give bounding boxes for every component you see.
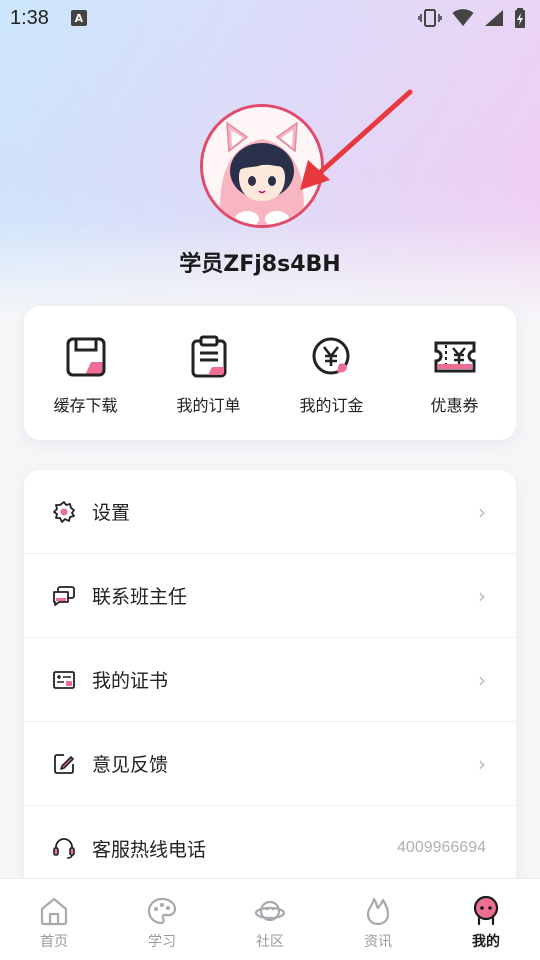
settings-icon <box>53 500 75 523</box>
quick-action-label: 缓存下载 <box>53 396 118 415</box>
chevron-right-icon: › <box>478 667 486 692</box>
nav-tab-mine[interactable]: 我的 <box>432 879 540 960</box>
quick-action-my-orders[interactable]: 我的订单 <box>147 306 270 440</box>
save-icon <box>66 337 105 377</box>
battery-icon <box>515 8 525 28</box>
chat-icon <box>53 585 75 606</box>
planet-icon <box>254 900 286 922</box>
flame-icon <box>366 897 390 926</box>
menu-item-my-certificates[interactable]: 我的证书 › <box>24 638 516 722</box>
nav-label: 资讯 <box>364 934 392 950</box>
nav-label: 我的 <box>472 934 500 950</box>
chevron-right-icon: › <box>478 499 486 524</box>
menu-item-label: 客服热线电话 <box>92 838 207 861</box>
menu-item-label: 联系班主任 <box>92 586 188 608</box>
menu-list: 设置 › 联系班主任 › 我的证书 › 意见反馈 › 客服热线电话 400996… <box>24 470 516 890</box>
chevron-right-icon: › <box>478 583 486 608</box>
menu-item-contact-teacher[interactable]: 联系班主任 › <box>24 554 516 638</box>
quick-action-cache-download[interactable]: 缓存下载 <box>24 306 147 440</box>
nav-label: 首页 <box>40 934 68 950</box>
quick-action-label: 我的订单 <box>176 396 241 415</box>
profile-icon <box>473 895 499 926</box>
status-icons <box>418 8 526 28</box>
vibrate-icon <box>418 9 442 27</box>
clipboard-icon <box>191 335 226 378</box>
nav-tab-news[interactable]: 资讯 <box>324 879 432 960</box>
palette-icon <box>147 897 177 925</box>
nav-label: 学习 <box>148 934 176 950</box>
quick-action-label: 优惠券 <box>430 396 479 415</box>
certificate-icon <box>53 670 75 689</box>
signal-icon <box>485 10 503 26</box>
status-bar: 1:38 A <box>0 0 540 36</box>
notification-icon: A <box>70 10 87 26</box>
chevron-right-icon: › <box>478 751 486 776</box>
quick-action-coupons[interactable]: 优惠券 <box>393 306 516 440</box>
home-icon <box>40 897 68 926</box>
quick-action-my-deposit[interactable]: 我的订金 <box>270 306 393 440</box>
quick-action-label: 我的订金 <box>299 396 364 415</box>
quick-actions-card: 缓存下载 我的订单 我的订金 优惠券 <box>24 306 516 440</box>
status-time: 1:38 <box>10 6 49 29</box>
menu-item-label: 我的证书 <box>92 670 169 692</box>
coupon-icon <box>434 341 475 373</box>
nav-tab-community[interactable]: 社区 <box>216 879 324 960</box>
yen-coin-icon <box>312 337 349 375</box>
menu-item-settings[interactable]: 设置 › <box>24 470 516 554</box>
username: 学员ZFj8s4BH <box>179 252 341 277</box>
menu-item-feedback[interactable]: 意见反馈 › <box>24 722 516 806</box>
menu-item-label: 意见反馈 <box>92 754 169 776</box>
red-arrow-annotation <box>300 89 413 190</box>
bottom-navigation: 首页 学习 社区 资讯 我的 <box>0 878 540 960</box>
edit-icon <box>54 753 74 774</box>
menu-item-label: 设置 <box>92 502 131 524</box>
nav-label: 社区 <box>256 934 284 950</box>
wifi-icon <box>452 9 474 26</box>
headset-icon <box>53 838 75 859</box>
hotline-number[interactable]: 4009966694 <box>397 839 486 857</box>
nav-tab-home[interactable]: 首页 <box>0 879 108 960</box>
nav-tab-study[interactable]: 学习 <box>108 879 216 960</box>
